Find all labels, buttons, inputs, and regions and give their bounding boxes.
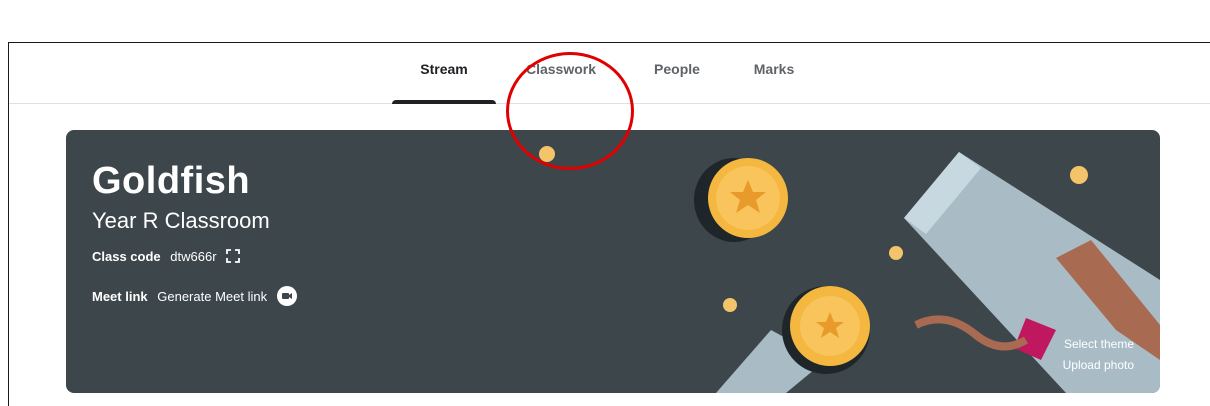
tab-bar: Stream Classwork People Marks	[9, 43, 1210, 104]
decor-dot	[539, 146, 555, 162]
tab-classwork-label: Classwork	[525, 61, 597, 77]
select-theme-link[interactable]: Select theme	[1064, 337, 1134, 351]
tab-classwork[interactable]: Classwork	[509, 43, 613, 103]
decor-dot	[889, 246, 903, 260]
meet-link-row: Meet link Generate Meet link	[92, 286, 297, 309]
medal-icon	[716, 286, 870, 393]
tab-marks[interactable]: Marks	[739, 43, 809, 103]
class-banner: Goldfish Year R Classroom Class code dtw…	[66, 130, 1160, 393]
tab-people[interactable]: People	[639, 43, 715, 103]
class-code-row: Class code dtw666r	[92, 249, 241, 266]
meet-chat-icon[interactable]	[276, 286, 297, 309]
tab-marks-label: Marks	[753, 61, 795, 77]
fullscreen-icon[interactable]	[226, 249, 241, 266]
coin-star-icon	[694, 158, 788, 242]
generate-meet-link[interactable]: Generate Meet link	[157, 289, 267, 304]
active-tab-indicator	[392, 100, 496, 104]
diploma-scroll-icon	[904, 152, 1160, 393]
tab-stream[interactable]: Stream	[392, 43, 496, 104]
classroom-page: Stream Classwork People Marks Goldfish Y…	[8, 42, 1210, 406]
class-title: Goldfish	[92, 160, 251, 202]
upload-photo-link[interactable]: Upload photo	[1063, 358, 1134, 372]
tab-people-label: People	[654, 61, 700, 77]
class-code-label: Class code	[92, 249, 161, 264]
tab-stream-label: Stream	[420, 61, 468, 77]
class-code-value: dtw666r	[170, 249, 217, 264]
decor-dot	[723, 298, 737, 312]
class-section: Year R Classroom	[92, 208, 270, 233]
meet-link-label: Meet link	[92, 288, 148, 304]
decor-dot	[1070, 166, 1088, 184]
